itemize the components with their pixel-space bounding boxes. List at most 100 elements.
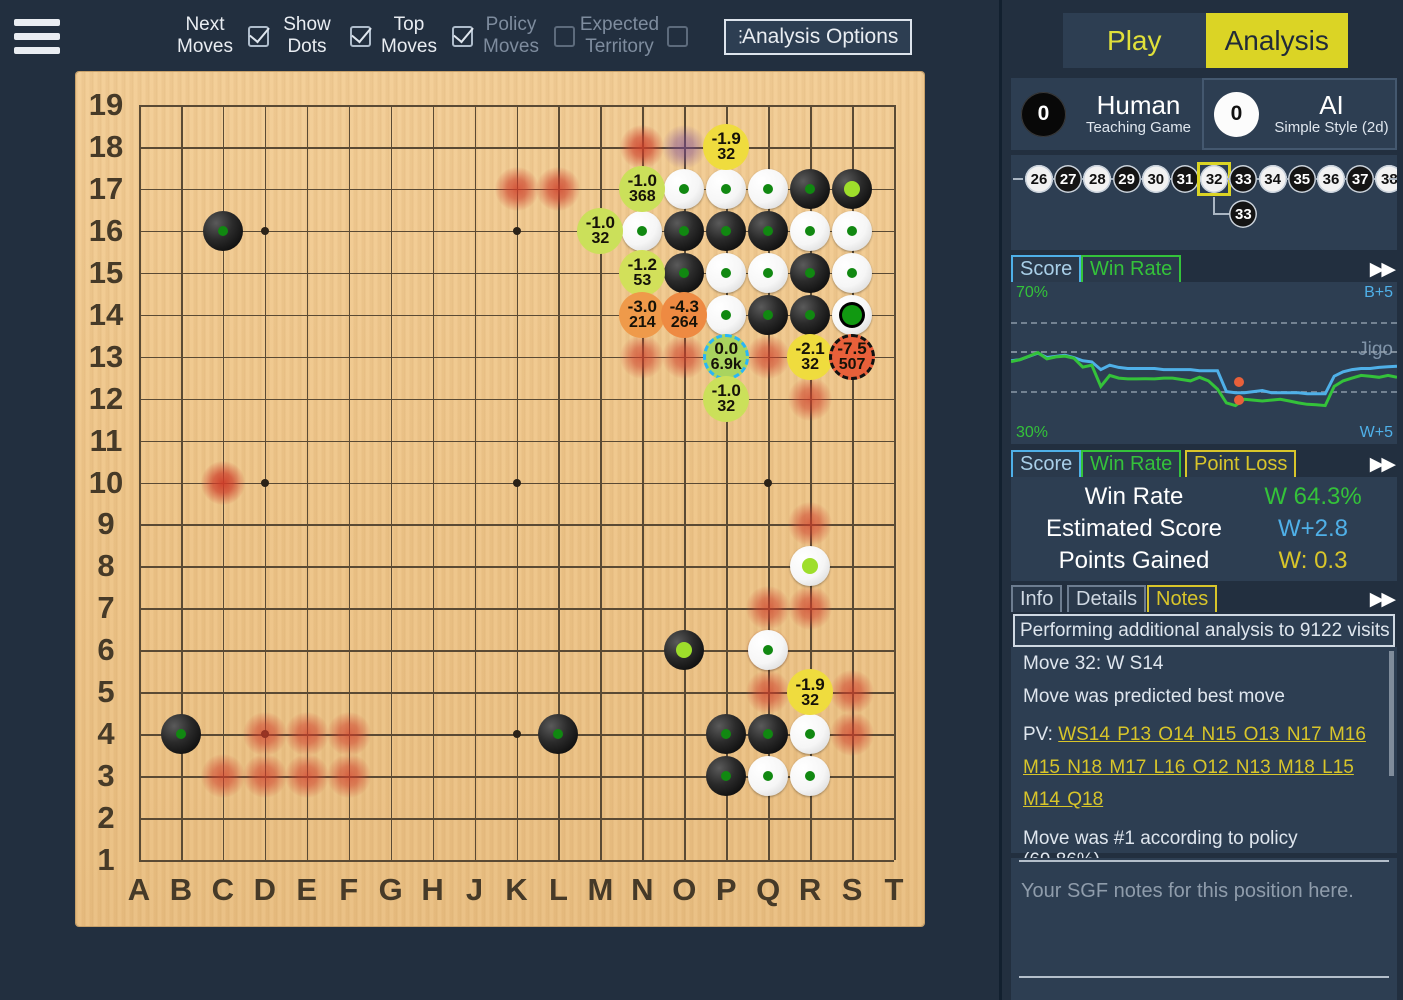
stone-black[interactable] (664, 630, 705, 671)
graph-tab-score[interactable]: Score (1011, 255, 1082, 282)
stone-white[interactable] (706, 294, 747, 335)
stone-white[interactable] (748, 756, 789, 797)
toggle-top-moves[interactable]: Top Moves (372, 8, 473, 64)
candidate-move-hint[interactable]: -1.0 368 (619, 165, 666, 212)
details-scrollbar[interactable] (1389, 651, 1394, 776)
analysis-options-button[interactable]: ⋮ Analysis Options (724, 19, 912, 55)
stone-white[interactable] (748, 252, 789, 293)
graph-mistake-marker[interactable] (1234, 395, 1244, 405)
stone-black[interactable] (748, 714, 789, 755)
tab-analysis[interactable]: Analysis (1205, 13, 1348, 68)
toggle-expected-territory[interactable]: Expected Territory (578, 8, 688, 64)
stone-white[interactable] (748, 168, 789, 209)
checkbox-policy-moves[interactable] (554, 25, 575, 47)
stone-black[interactable] (790, 294, 831, 335)
candidate-move-hint[interactable]: -1.2 53 (619, 249, 666, 296)
row-label: 11 (89, 422, 123, 458)
info-tab-score[interactable]: Score (1011, 450, 1082, 477)
column-label: Q (756, 872, 781, 907)
move-tree-node[interactable]: 27 (1054, 165, 1083, 193)
info-tab-winrate[interactable]: Win Rate (1081, 450, 1182, 477)
stone-black[interactable] (706, 210, 747, 251)
tab-notes[interactable]: Notes (1147, 585, 1218, 612)
candidate-move-hint[interactable]: -1.0 32 (703, 375, 750, 422)
stone-black[interactable] (748, 210, 789, 251)
checkbox-show-dots[interactable] (350, 25, 371, 47)
go-board[interactable]: -1.9 32 -1.0 368 -1.0 32 -1.2 53 -3.0 214 -4.3 264 0… (76, 72, 924, 926)
move-tree-node[interactable]: 36 (1317, 165, 1345, 193)
ai-subtitle: Simple Style (2d) (1274, 119, 1389, 137)
stone-black[interactable] (706, 756, 747, 797)
checkbox-top-moves[interactable] (452, 25, 473, 47)
checkbox-expected-territory[interactable] (667, 25, 688, 47)
move-tree-node[interactable]: 26 (1025, 165, 1053, 193)
toggle-next-moves[interactable]: Next Moves (168, 8, 269, 64)
player-ai[interactable]: 0 AI Simple Style (2d) (1202, 78, 1397, 150)
candidate-move-hint[interactable]: -7.5 507 (829, 333, 876, 380)
hint-score: -1.9 (711, 129, 741, 149)
tab-info[interactable]: Info (1011, 585, 1063, 612)
sgf-notes-panel[interactable]: Your SGF notes for this position here. (1011, 858, 1397, 1000)
checkbox-next-moves[interactable] (248, 25, 269, 47)
stone-white[interactable] (790, 714, 831, 755)
move-dot-marker (721, 225, 732, 236)
stone-white[interactable] (832, 252, 873, 293)
stone-white[interactable] (790, 210, 831, 251)
candidate-move-hint[interactable]: -2.1 32 (787, 333, 834, 380)
candidate-move-hint[interactable]: -4.3 264 (661, 291, 708, 338)
move-tree-node[interactable]: 33 (1229, 165, 1258, 193)
move-tree-node[interactable]: 34 (1258, 165, 1287, 193)
info-tab-pointloss[interactable]: Point Loss (1185, 450, 1297, 477)
winrate-score-graph[interactable]: 70% B+5 30% W+5 Jigo (1011, 282, 1397, 444)
mode-tabs: Play Analysis (1063, 13, 1348, 68)
stone-white[interactable] (622, 210, 663, 251)
toggle-policy-moves[interactable]: Policy Moves (474, 8, 575, 64)
candidate-move-hint[interactable]: -3.0 214 (619, 291, 666, 338)
stone-white[interactable] (706, 168, 747, 209)
policy-heat-dot (620, 334, 665, 379)
move-tree-node[interactable]: 30 (1141, 165, 1170, 193)
hamburger-menu-icon[interactable] (14, 14, 60, 58)
right-panel: Play Analysis 0 Human Teaching Game 0 AI… (1003, 0, 1403, 1000)
graph-expand-icon[interactable]: ▶▶ (1370, 258, 1396, 281)
stone-white[interactable] (832, 294, 873, 335)
stone-black[interactable] (538, 714, 579, 755)
stone-black[interactable] (664, 210, 705, 251)
info-expand-icon[interactable]: ▶▶ (1370, 453, 1396, 476)
move-tree-branch-node[interactable]: 33 (1229, 200, 1258, 228)
move-tree-node[interactable]: 37 (1346, 165, 1375, 193)
player-human[interactable]: 0 Human Teaching Game (1011, 78, 1202, 150)
stone-white[interactable] (664, 168, 705, 209)
candidate-move-hint[interactable]: -1.9 32 (703, 123, 750, 170)
candidate-move-hint[interactable]: 0.0 6.9k (703, 333, 750, 380)
graph-tab-winrate[interactable]: Win Rate (1081, 255, 1182, 282)
stone-white[interactable] (790, 546, 831, 587)
candidate-move-hint[interactable]: -1.0 32 (577, 207, 624, 254)
candidate-move-hint[interactable]: -1.9 32 (787, 669, 834, 716)
toggle-show-dots[interactable]: Show Dots (270, 8, 371, 64)
stone-black[interactable] (664, 252, 705, 293)
stone-white[interactable] (832, 210, 873, 251)
stone-black[interactable] (748, 294, 789, 335)
policy-heat-dot (788, 376, 833, 421)
pv-moves[interactable]: WS14 P13 O14 N15 O13 N17 M16 M15 N18 M17… (1023, 724, 1366, 810)
move-tree-node[interactable]: 31 (1171, 165, 1199, 193)
move-tree-node[interactable]: 29 (1112, 165, 1141, 193)
graph-mistake-marker[interactable] (1234, 377, 1244, 387)
tab-details[interactable]: Details (1067, 585, 1147, 612)
stone-black[interactable] (790, 252, 831, 293)
stone-black[interactable] (706, 714, 747, 755)
move-details-panel[interactable]: Move 32: W S14 Move was predicted best m… (1011, 647, 1397, 871)
move-tree[interactable]: 26 27 28 29 30 31 32 33 33 34 35 36 37 38 (1011, 155, 1397, 250)
stone-black[interactable] (160, 714, 201, 755)
stone-white[interactable] (790, 756, 831, 797)
stone-white[interactable] (748, 630, 789, 671)
tab-play[interactable]: Play (1063, 13, 1206, 68)
move-tree-node[interactable]: 28 (1083, 165, 1112, 193)
stone-white[interactable] (706, 252, 747, 293)
stone-black[interactable] (832, 168, 873, 209)
stone-black[interactable] (202, 210, 243, 251)
move-tree-node[interactable]: 35 (1287, 165, 1316, 193)
stone-black[interactable] (790, 168, 831, 209)
detail-expand-icon[interactable]: ▶▶ (1370, 588, 1396, 611)
